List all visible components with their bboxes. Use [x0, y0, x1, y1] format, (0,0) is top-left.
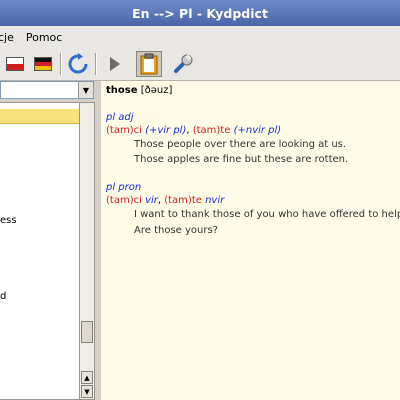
title-bar: En --> Pl - Kydpdict — [0, 0, 400, 27]
example-sentence: I want to thank those of you who have of… — [134, 209, 400, 220]
part-of-speech: pl adj — [106, 112, 134, 123]
list-item[interactable] — [0, 256, 79, 270]
search-combobox[interactable]: ▼ — [0, 81, 94, 99]
refresh-icon — [68, 53, 88, 74]
clipboard-button[interactable] — [136, 51, 162, 77]
translation: (tam)te — [192, 125, 231, 136]
list-item[interactable] — [0, 242, 79, 256]
list-item[interactable]: d — [0, 290, 79, 304]
polish-flag-icon — [6, 57, 24, 71]
scroll-down-button[interactable]: ▼ — [81, 385, 93, 398]
flag-en-pl-button[interactable] — [2, 51, 28, 77]
word-list[interactable]: ess d — [0, 102, 80, 400]
toolbar-separator — [60, 53, 62, 75]
definition-pane: those [ðəuz] pl adj (tam)ci (+vir pl), (… — [101, 81, 400, 400]
translation: (tam)te — [164, 195, 202, 206]
arrow-up-icon: ▲ — [84, 373, 90, 382]
toolbar — [0, 48, 400, 81]
scroll-up-button[interactable]: ▲ — [81, 371, 93, 384]
word-list-scrollbar[interactable]: ▲ ▼ — [80, 102, 95, 400]
menu-bar: cje Pomoc — [0, 26, 400, 49]
scrollbar-thumb[interactable] — [81, 321, 93, 343]
grammar-note: vir — [145, 195, 158, 206]
pronunciation: [ðəuz] — [140, 85, 173, 96]
translation: (tam)ci — [106, 195, 142, 206]
arrow-down-icon: ▼ — [84, 387, 90, 396]
grammar-note: (+vir pl) — [145, 125, 187, 136]
settings-button[interactable] — [170, 51, 196, 77]
list-item[interactable] — [0, 151, 79, 165]
entry-header: those [ðəuz] — [106, 84, 172, 97]
clipboard-icon — [140, 53, 158, 75]
refresh-button[interactable] — [65, 51, 91, 77]
translation: (tam)ci — [106, 125, 142, 136]
translation-line: (tam)ci (+vir pl), (tam)te (+nvir pl) — [106, 125, 282, 136]
list-item[interactable] — [0, 109, 79, 124]
menu-item-help[interactable]: Pomoc — [20, 31, 68, 44]
flag-de-pl-button[interactable] — [30, 51, 56, 77]
play-icon — [110, 57, 120, 71]
grammar-note: (+nvir pl) — [233, 125, 282, 136]
play-button[interactable] — [102, 51, 128, 77]
list-item[interactable] — [0, 123, 79, 137]
list-item[interactable] — [0, 137, 79, 151]
list-item[interactable] — [0, 165, 79, 179]
list-item[interactable] — [0, 270, 79, 284]
window-title: En --> Pl - Kydpdict — [132, 5, 268, 21]
toolbar-separator — [95, 53, 97, 75]
example-sentence: Those people over there are looking at u… — [134, 139, 347, 150]
list-item[interactable]: ess — [0, 214, 79, 228]
grammar-note: nvir — [205, 195, 225, 206]
wrench-icon — [174, 54, 193, 73]
example-sentence: Are those yours? — [134, 225, 218, 236]
menu-item-functions[interactable]: cje — [0, 31, 20, 44]
german-flag-icon — [34, 57, 52, 71]
part-of-speech: pl pron — [106, 182, 142, 193]
dropdown-button[interactable]: ▼ — [78, 82, 93, 98]
list-item[interactable] — [0, 228, 79, 242]
example-sentence: Those apples are fine but these are rott… — [134, 154, 349, 165]
headword: those — [106, 85, 138, 96]
chevron-down-icon: ▼ — [82, 85, 90, 95]
translation-line: (tam)ci vir, (tam)te nvir — [106, 195, 225, 206]
